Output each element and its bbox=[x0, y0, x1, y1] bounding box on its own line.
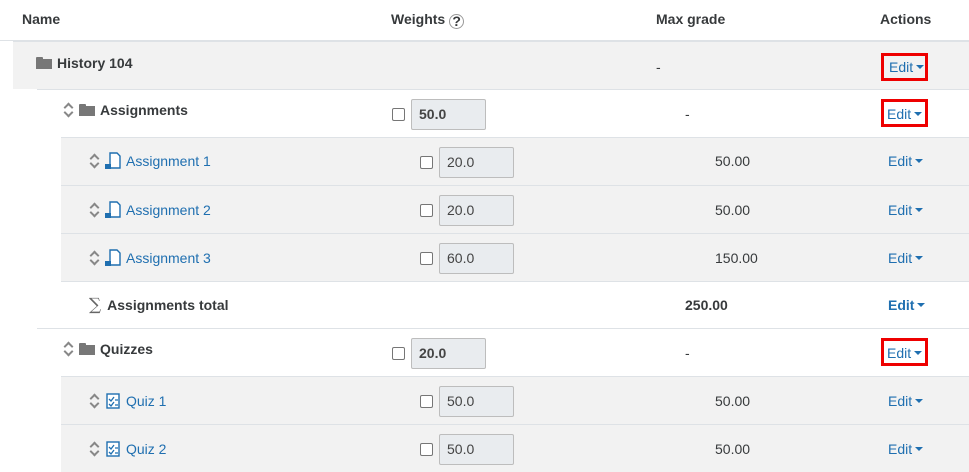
assignment-icon bbox=[105, 249, 121, 266]
header-name: Name bbox=[22, 11, 61, 27]
grade-item-link[interactable]: Assignment 2 bbox=[126, 202, 211, 218]
item-edit-button[interactable]: Edit bbox=[888, 440, 924, 458]
table-row: Quiz 2 50.0 50.00 Edit bbox=[61, 424, 969, 472]
course-name: History 104 bbox=[57, 55, 133, 71]
edit-label: Edit bbox=[888, 153, 913, 169]
move-icon[interactable] bbox=[89, 251, 99, 265]
weight-override-checkbox[interactable] bbox=[420, 395, 433, 408]
category-name: Quizzes bbox=[100, 341, 153, 357]
header-max-grade: Max grade bbox=[656, 11, 726, 27]
weight-override-checkbox[interactable] bbox=[420, 252, 433, 265]
weight-input[interactable]: 50.0 bbox=[411, 99, 486, 130]
grade-item-link[interactable]: Quiz 2 bbox=[126, 441, 166, 457]
weight-input[interactable]: 50.0 bbox=[439, 434, 514, 465]
move-icon[interactable] bbox=[63, 342, 73, 356]
highlight-box bbox=[881, 338, 928, 366]
table-row: Quiz 1 50.0 50.00 Edit bbox=[61, 376, 969, 424]
move-icon[interactable] bbox=[89, 154, 99, 168]
move-icon[interactable] bbox=[89, 203, 99, 217]
category-max-grade: - bbox=[685, 345, 690, 361]
grade-item-link[interactable]: Assignment 1 bbox=[126, 153, 211, 169]
folder-icon bbox=[79, 343, 95, 355]
move-icon[interactable] bbox=[63, 103, 73, 117]
move-icon[interactable] bbox=[89, 442, 99, 456]
edit-label: Edit bbox=[888, 250, 913, 266]
quiz-icon bbox=[106, 441, 120, 457]
item-max-grade: 50.00 bbox=[715, 202, 751, 218]
category-row-assignments: Assignments 50.0 - Edit bbox=[37, 89, 969, 137]
assignment-icon bbox=[105, 201, 121, 218]
item-max-grade: 150.00 bbox=[715, 250, 758, 266]
table-row: Assignment 1 20.0 50.00 Edit bbox=[61, 137, 969, 185]
total-max-grade: 250.00 bbox=[685, 297, 728, 313]
weight-input[interactable]: 20.0 bbox=[439, 147, 514, 178]
sigma-icon: ∑ bbox=[89, 295, 102, 315]
item-edit-button[interactable]: Edit bbox=[888, 152, 924, 170]
item-edit-button[interactable]: Edit bbox=[888, 392, 924, 410]
quiz-icon bbox=[106, 393, 120, 409]
item-max-grade: 50.00 bbox=[715, 441, 751, 457]
header-weights-label: Weights bbox=[391, 11, 446, 27]
grade-item-link[interactable]: Assignment 3 bbox=[126, 250, 211, 266]
weight-input[interactable]: 20.0 bbox=[411, 338, 486, 369]
folder-icon bbox=[36, 57, 52, 69]
folder-icon bbox=[79, 104, 95, 116]
header-weights: Weights? bbox=[391, 11, 465, 29]
item-edit-button[interactable]: Edit bbox=[888, 201, 924, 219]
table-row: Assignment 3 60.0 150.00 Edit bbox=[61, 233, 969, 281]
caret-down-icon bbox=[915, 256, 924, 260]
help-icon[interactable]: ? bbox=[449, 14, 465, 29]
weight-override-checkbox[interactable] bbox=[420, 156, 433, 169]
highlight-box bbox=[881, 99, 928, 127]
weight-input[interactable]: 20.0 bbox=[439, 195, 514, 226]
highlight-box bbox=[881, 53, 928, 81]
edit-label: Edit bbox=[888, 202, 913, 218]
edit-label: Edit bbox=[888, 441, 913, 457]
weight-override-checkbox[interactable] bbox=[420, 204, 433, 217]
item-edit-button[interactable]: Edit bbox=[888, 249, 924, 267]
move-icon[interactable] bbox=[89, 394, 99, 408]
header-actions: Actions bbox=[880, 11, 932, 27]
weight-override-checkbox[interactable] bbox=[392, 347, 405, 360]
total-name: Assignments total bbox=[107, 297, 229, 313]
assignment-icon bbox=[105, 152, 121, 169]
category-total-row: ∑ Assignments total 250.00 Edit bbox=[61, 281, 969, 328]
caret-down-icon bbox=[915, 447, 924, 451]
edit-label: Edit bbox=[888, 393, 913, 409]
caret-down-icon bbox=[915, 208, 924, 212]
caret-down-icon bbox=[915, 159, 924, 163]
item-max-grade: 50.00 bbox=[715, 153, 751, 169]
category-name: Assignments bbox=[100, 102, 188, 118]
course-row: History 104 - Edit bbox=[13, 41, 969, 89]
grade-item-link[interactable]: Quiz 1 bbox=[126, 393, 166, 409]
total-edit-button[interactable]: Edit bbox=[888, 296, 926, 314]
weight-input[interactable]: 60.0 bbox=[439, 243, 514, 274]
caret-down-icon bbox=[915, 399, 924, 403]
weight-override-checkbox[interactable] bbox=[392, 108, 405, 121]
table-row: Assignment 2 20.0 50.00 Edit bbox=[61, 185, 969, 233]
table-header: Name Weights? Max grade Actions bbox=[0, 0, 969, 41]
edit-label: Edit bbox=[888, 297, 915, 313]
weight-override-checkbox[interactable] bbox=[420, 443, 433, 456]
course-max-grade: - bbox=[656, 59, 661, 75]
category-row-quizzes: Quizzes 20.0 - Edit bbox=[37, 328, 969, 376]
item-max-grade: 50.00 bbox=[715, 393, 751, 409]
weight-input[interactable]: 50.0 bbox=[439, 386, 514, 417]
category-max-grade: - bbox=[685, 106, 690, 122]
caret-down-icon bbox=[917, 303, 926, 307]
